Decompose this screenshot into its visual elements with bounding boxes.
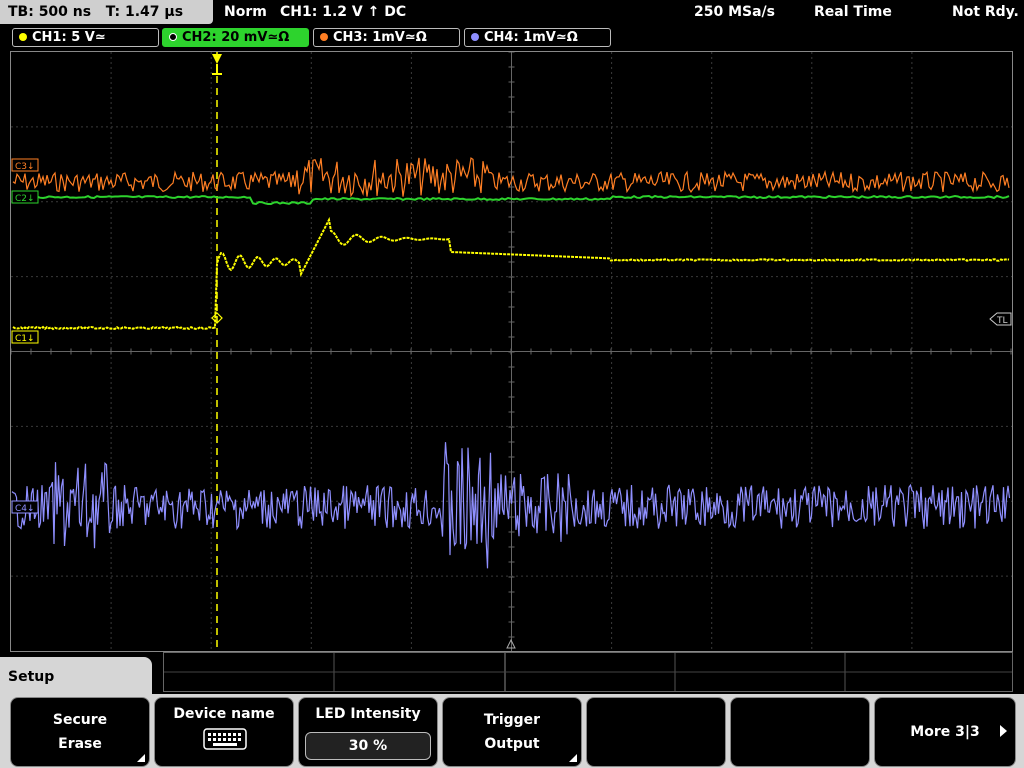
ch2-label: CH2: 20 mV≃Ω	[182, 30, 290, 45]
device-name-button[interactable]: Device name	[154, 697, 294, 767]
arrow-right-icon	[1000, 725, 1007, 737]
ch1-dot-icon	[19, 33, 27, 41]
sample-rate: 250 MSa/s	[694, 4, 776, 20]
ch4-marker[interactable]: C4↓	[11, 500, 39, 514]
device-name-label: Device name	[173, 706, 275, 722]
softkey-empty-6[interactable]	[730, 697, 870, 767]
trigger-output-line2: Output	[484, 736, 540, 752]
ch1-marker-label: C1↓	[15, 334, 35, 344]
channel-tab-ch1[interactable]: CH1: 5 V≃	[12, 28, 159, 47]
ch3-marker[interactable]: C3↓	[11, 158, 39, 172]
channel-tab-ch3[interactable]: CH3: 1mV≃Ω	[313, 28, 460, 47]
trigger-output-line1: Trigger	[483, 712, 541, 728]
waveform-display[interactable]: C3↓ C2↓ C1↓ C4↓ TL	[10, 51, 1013, 652]
info-strip	[163, 652, 1013, 692]
trigger-position-icon	[212, 54, 222, 64]
more-button[interactable]: More 3|3	[874, 697, 1016, 767]
trigger-level-label: TL	[996, 316, 1008, 326]
status-bar: TB: 500 ns T: 1.47 µs Norm CH1: 1.2 V ↑ …	[0, 0, 1024, 26]
channel-tab-ch4[interactable]: CH4: 1mV≃Ω	[464, 28, 611, 47]
led-intensity-button[interactable]: LED Intensity 30 %	[298, 697, 438, 767]
channel-tab-ch2[interactable]: CH2: 20 mV≃Ω	[162, 28, 309, 47]
waveform-canvas: C3↓ C2↓ C1↓ C4↓ TL	[11, 52, 1012, 651]
ch4-label: CH4: 1mV≃Ω	[484, 30, 578, 45]
ch3-marker-label: C3↓	[15, 162, 35, 172]
ch2-marker[interactable]: C2↓	[11, 190, 39, 204]
ch4-trace	[11, 442, 1011, 569]
trigger-level-marker[interactable]: TL	[989, 312, 1012, 326]
ch4-dot-icon	[471, 33, 479, 41]
trigger-info[interactable]: CH1: 1.2 V ↑ DC	[280, 0, 406, 24]
submenu-corner-icon	[137, 754, 145, 762]
secure-erase-line2: Erase	[58, 736, 102, 752]
more-label: More 3|3	[910, 724, 980, 740]
graticule-grid	[11, 52, 1012, 651]
submenu-corner-icon	[569, 754, 577, 762]
menu-title-tab: Setup	[0, 657, 152, 697]
timebase-label: TB: 500 ns	[8, 4, 92, 20]
trigger-mode[interactable]: Norm	[224, 0, 267, 24]
ch2-marker-label: C2↓	[15, 194, 35, 204]
trigger-time-label: T: 1.47 µs	[105, 4, 184, 20]
ch3-label: CH3: 1mV≃Ω	[333, 30, 427, 45]
softkey-empty-5[interactable]	[586, 697, 726, 767]
trigger-output-button[interactable]: Trigger Output	[442, 697, 582, 767]
acquisition-mode: Real Time	[814, 4, 892, 20]
ch1-label: CH1: 5 V≃	[32, 30, 106, 45]
acquisition-status: Not Rdy.	[952, 4, 1019, 20]
ch4-marker-label: C4↓	[15, 504, 35, 514]
timebase-box[interactable]: TB: 500 ns T: 1.47 µs	[0, 0, 213, 24]
led-intensity-value: 30 %	[305, 732, 431, 760]
secure-erase-line1: Secure	[52, 712, 108, 728]
keyboard-icon	[203, 728, 247, 750]
menu-title: Setup	[8, 669, 55, 685]
ch1-marker[interactable]: C1↓	[11, 330, 39, 344]
ch3-dot-icon	[320, 33, 328, 41]
secure-erase-button[interactable]: Secure Erase	[10, 697, 150, 767]
ch2-dot-icon	[169, 33, 177, 41]
led-intensity-label: LED Intensity	[315, 706, 421, 722]
